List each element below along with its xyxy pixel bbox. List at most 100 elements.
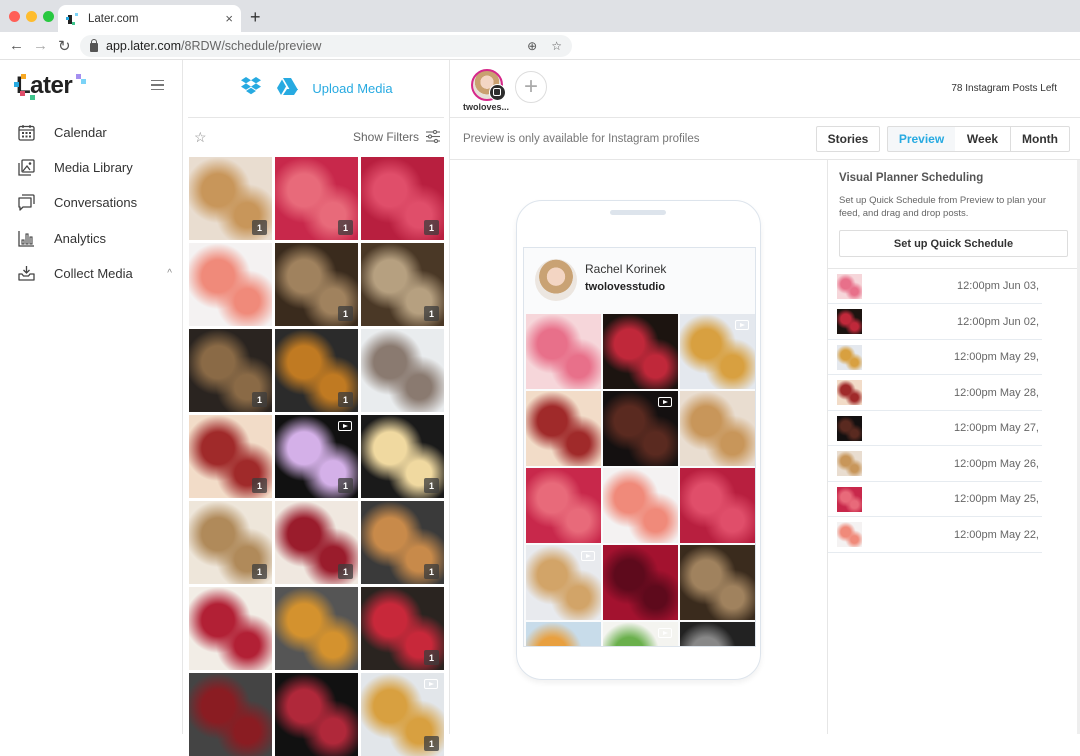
scheduled-post-row[interactable]: 12:00pm Jun 02, xyxy=(828,305,1042,340)
main-area: twoloves... + 78 Instagram Posts Left Pr… xyxy=(450,60,1080,734)
dropbox-icon[interactable] xyxy=(240,76,262,101)
sidebar-item-media-library[interactable]: Media Library xyxy=(17,155,172,179)
usage-count-badge: 1 xyxy=(338,478,353,493)
maximize-window-button[interactable] xyxy=(43,11,54,22)
sidebar-item-analytics[interactable]: Analytics xyxy=(17,226,172,250)
window-controls xyxy=(9,11,54,22)
media-thumbnail[interactable]: 1 xyxy=(361,415,444,498)
feed-post[interactable] xyxy=(680,314,755,389)
scheduled-post-row[interactable]: 12:00pm May 27, xyxy=(828,411,1042,446)
menu-toggle-icon[interactable] xyxy=(151,80,164,90)
new-tab-button[interactable]: + xyxy=(250,7,261,28)
media-thumbnail[interactable] xyxy=(361,329,444,412)
zoom-icon[interactable]: ⊕ xyxy=(527,39,537,53)
forward-button[interactable]: → xyxy=(33,37,48,54)
media-thumbnail[interactable]: 1 xyxy=(189,501,272,584)
usage-count-badge: 1 xyxy=(252,564,267,579)
reload-button[interactable]: ↻ xyxy=(58,37,71,55)
scheduled-time: 12:00pm May 29, xyxy=(954,351,1039,363)
feed-post[interactable] xyxy=(603,468,678,543)
media-thumbnail[interactable]: 1 xyxy=(189,157,272,240)
planner-description: Set up Quick Schedule from Preview to pl… xyxy=(839,195,1046,219)
media-thumbnail[interactable]: 1 xyxy=(361,243,444,326)
video-icon xyxy=(658,397,672,407)
upload-media-button[interactable]: Upload Media xyxy=(312,81,392,96)
media-thumbnail[interactable]: 1 xyxy=(275,157,358,240)
add-profile-button[interactable]: + xyxy=(515,71,547,103)
media-thumbnail[interactable]: 1 xyxy=(189,415,272,498)
media-thumbnail[interactable] xyxy=(189,673,272,756)
feed-post[interactable] xyxy=(526,314,601,389)
close-window-button[interactable] xyxy=(9,11,20,22)
feed-post[interactable] xyxy=(526,545,601,620)
media-thumbnail[interactable]: 1 xyxy=(275,329,358,412)
show-filters-button[interactable]: Show Filters xyxy=(353,130,419,144)
video-icon xyxy=(338,421,352,431)
sidebar-item-label: Conversations xyxy=(54,194,138,210)
tab-week[interactable]: Week xyxy=(955,126,1011,152)
feed-post[interactable] xyxy=(680,545,755,620)
url-host: app.later.com xyxy=(106,39,182,53)
later-logo[interactable]: Later xyxy=(14,72,86,100)
media-thumbnail[interactable]: 1 xyxy=(361,587,444,670)
video-icon xyxy=(735,320,749,330)
scheduled-post-row[interactable]: 12:00pm May 26, xyxy=(828,447,1042,482)
media-thumbnail[interactable]: 1 xyxy=(361,157,444,240)
media-thumbnail[interactable]: 1 xyxy=(275,501,358,584)
usage-count-badge: 1 xyxy=(424,736,439,751)
filter-sliders-icon[interactable] xyxy=(426,129,440,148)
scheduled-post-row[interactable]: 12:00pm May 28, xyxy=(828,376,1042,411)
feed-post[interactable] xyxy=(526,468,601,543)
close-tab-icon[interactable]: × xyxy=(225,11,233,26)
minimize-window-button[interactable] xyxy=(26,11,37,22)
browser-tab-bar: Later.com × + xyxy=(0,0,1080,32)
stories-button[interactable]: Stories xyxy=(816,126,880,152)
media-thumbnail[interactable] xyxy=(275,673,358,756)
media-thumbnail[interactable] xyxy=(189,243,272,326)
usage-count-badge: 1 xyxy=(424,220,439,235)
google-drive-icon[interactable] xyxy=(276,77,299,101)
feed-post[interactable] xyxy=(526,622,601,646)
media-thumbnail[interactable]: 1 xyxy=(361,673,444,756)
media-thumbnail[interactable]: 1 xyxy=(189,329,272,412)
feed-post[interactable] xyxy=(603,391,678,466)
scheduled-time: 12:00pm May 28, xyxy=(954,386,1039,399)
tab-month[interactable]: Month xyxy=(1010,126,1070,152)
back-button[interactable]: ← xyxy=(9,37,24,54)
feed-post[interactable] xyxy=(603,314,678,389)
feed-post[interactable] xyxy=(603,622,678,646)
sidebar: Later Calendar Media Library Conversatio… xyxy=(0,60,183,734)
media-thumbnail[interactable]: 1 xyxy=(361,501,444,584)
sidebar-item-conversations[interactable]: Conversations xyxy=(17,190,172,214)
feed-post[interactable] xyxy=(526,391,601,466)
media-library-panel: Upload Media ☆ Show Filters 111111111111… xyxy=(183,60,450,756)
feed-post[interactable] xyxy=(680,391,755,466)
bookmark-star-icon[interactable]: ☆ xyxy=(551,39,562,53)
planner-title: Visual Planner Scheduling xyxy=(839,172,984,184)
sidebar-item-label: Calendar xyxy=(54,124,107,140)
scheduled-post-thumbnail xyxy=(837,380,862,405)
scheduled-post-row[interactable]: 12:00pm May 29, xyxy=(828,340,1042,375)
media-thumbnail[interactable] xyxy=(275,587,358,670)
sidebar-item-calendar[interactable]: Calendar xyxy=(17,120,172,144)
favorites-star-icon[interactable]: ☆ xyxy=(194,129,207,146)
feed-post[interactable] xyxy=(603,545,678,620)
tab-preview[interactable]: Preview xyxy=(887,126,956,152)
sidebar-item-collect-media[interactable]: Collect Media ^ xyxy=(17,261,172,285)
scheduled-post-row[interactable]: 12:00pm May 25, xyxy=(828,482,1042,517)
url-input[interactable]: app.later.com/8RDW/schedule/preview ⊕ ☆ xyxy=(80,35,572,57)
browser-tab[interactable]: Later.com × xyxy=(58,5,241,32)
setup-quick-schedule-button[interactable]: Set up Quick Schedule xyxy=(839,230,1068,257)
usage-count-badge: 1 xyxy=(252,478,267,493)
scheduled-post-row[interactable]: 12:00pm Jun 03, xyxy=(828,269,1042,304)
chevron-up-icon[interactable]: ^ xyxy=(167,268,172,279)
scheduled-time: 12:00pm May 26, xyxy=(954,457,1039,470)
scheduled-post-thumbnail xyxy=(837,522,862,547)
media-thumbnail[interactable]: 1 xyxy=(275,243,358,326)
phone-screen: Rachel Korinek twolovesstudio xyxy=(523,247,756,647)
feed-post[interactable] xyxy=(680,622,755,646)
scheduled-post-row[interactable]: 12:00pm May 22, xyxy=(828,518,1042,553)
media-thumbnail[interactable] xyxy=(189,587,272,670)
feed-post[interactable] xyxy=(680,468,755,543)
media-thumbnail[interactable]: 1 xyxy=(275,415,358,498)
